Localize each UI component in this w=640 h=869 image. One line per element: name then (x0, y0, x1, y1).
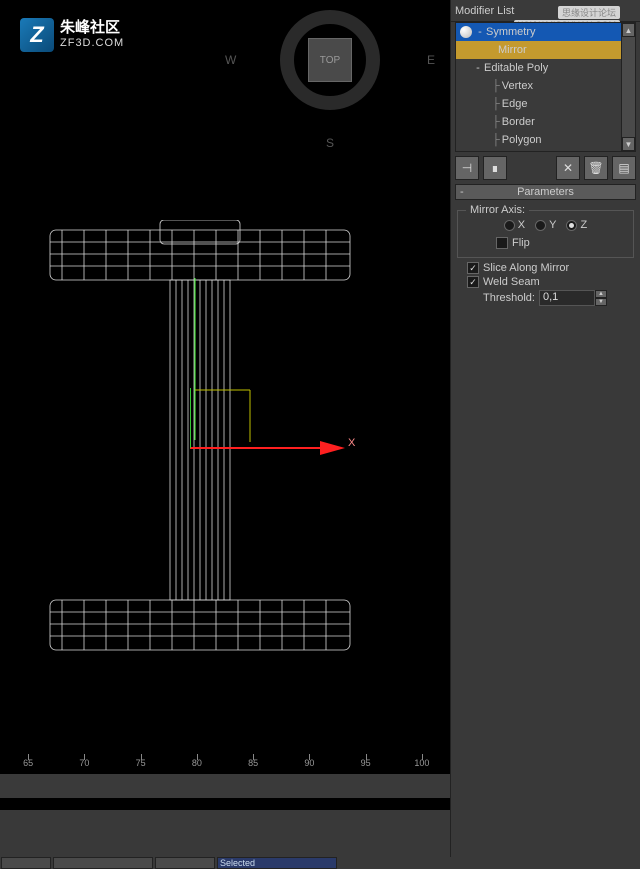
stack-item-border[interactable]: ├Border (456, 113, 635, 131)
spinner-down-button[interactable]: ▼ (595, 298, 607, 306)
threshold-input[interactable]: 0,1 (539, 290, 595, 306)
weld-label: Weld Seam (483, 276, 540, 288)
status-selection (53, 857, 153, 869)
stack-scrollbar[interactable]: ▲ ▼ (621, 23, 635, 151)
remove-modifier-button[interactable]: 🗑 (584, 156, 608, 180)
weld-checkbox[interactable]: ✓ (467, 276, 479, 288)
radio-z-label: Z (580, 219, 587, 231)
logo-text-cn: 朱峰社区 (60, 19, 124, 37)
modifier-list-label: Modifier List (455, 5, 514, 17)
tick: 80 (169, 758, 225, 774)
radio-y-label: Y (549, 219, 556, 231)
stack-toolbar: ⊣ ∎ ✕ 🗑 ▤ (455, 156, 636, 180)
stack-item-edge[interactable]: ├Edge (456, 95, 635, 113)
stack-item-label: Polygon (502, 134, 542, 146)
stack-item-vertex[interactable]: ├Vertex (456, 77, 635, 95)
tick: 75 (113, 758, 169, 774)
slice-checkbox[interactable]: ✓ (467, 262, 479, 274)
tick: 95 (338, 758, 394, 774)
stack-item-editable-poly[interactable]: - Editable Poly (456, 59, 635, 77)
stack-item-label: Symmetry (486, 26, 536, 38)
expander-icon[interactable]: - (472, 62, 484, 74)
stack-item-element[interactable]: └Element (456, 149, 635, 151)
minus-icon: - (460, 186, 464, 198)
threshold-spinner[interactable]: 0,1 ▲ ▼ (539, 290, 607, 306)
mirror-axis-group: Mirror Axis: X Y Z Flip (457, 210, 634, 258)
tick: 70 (56, 758, 112, 774)
show-end-result-button[interactable]: ∎ (483, 156, 507, 180)
scroll-up-button[interactable]: ▲ (622, 23, 635, 37)
pin-stack-button[interactable]: ⊣ (455, 156, 479, 180)
flip-label: Flip (512, 237, 530, 249)
scroll-down-button[interactable]: ▼ (622, 137, 635, 151)
viewcube-face-top[interactable]: TOP (308, 38, 352, 82)
stack-item-polygon[interactable]: ├Polygon (456, 131, 635, 149)
radio-z[interactable]: Z (566, 219, 587, 231)
status-frame (1, 857, 51, 869)
radio-x[interactable]: X (504, 219, 525, 231)
slice-label: Slice Along Mirror (483, 262, 569, 274)
timeline-slider[interactable] (0, 774, 450, 798)
tick: 65 (0, 758, 56, 774)
bulb-icon[interactable] (460, 26, 472, 38)
spinner-up-button[interactable]: ▲ (595, 290, 607, 298)
radio-y[interactable]: Y (535, 219, 556, 231)
viewcube[interactable]: TOP W E S (270, 0, 390, 120)
viewcube-w[interactable]: W (225, 53, 236, 67)
command-panel: 思缘设计论坛 WWW.MISSYUAN.COM Modifier List - … (450, 0, 640, 869)
stack-item-label: Mirror (498, 44, 527, 56)
mirror-axis-label: Mirror Axis: (466, 204, 529, 216)
threshold-label: Threshold: (483, 292, 535, 304)
logo-icon: Z (20, 18, 54, 52)
timeline-ticks: 65 70 75 80 85 90 95 100 (0, 758, 450, 774)
viewport[interactable]: Z 朱峰社区 ZF3D.COM TOP W E S (0, 0, 450, 810)
stack-item-mirror[interactable]: Mirror (456, 41, 635, 59)
status-bar: Selected (0, 857, 640, 869)
modifier-stack[interactable]: - Symmetry Mirror - Editable Poly ├Verte… (455, 22, 636, 152)
radio-x-label: X (518, 219, 525, 231)
stack-item-label: Editable Poly (484, 62, 548, 74)
status-lock[interactable] (155, 857, 215, 869)
status-dropdown[interactable]: Selected (217, 857, 337, 869)
expander-icon[interactable]: - (474, 26, 486, 38)
rollout-title: Parameters (517, 186, 574, 198)
wireframe-object[interactable] (20, 220, 400, 680)
watermark-top: 思缘设计论坛 (558, 6, 620, 19)
configure-sets-button[interactable]: ▤ (612, 156, 636, 180)
stack-item-label: Edge (502, 98, 528, 110)
stack-item-symmetry[interactable]: - Symmetry (456, 23, 635, 41)
tick: 90 (281, 758, 337, 774)
tick: 85 (225, 758, 281, 774)
parameters-rollout: Mirror Axis: X Y Z Flip ✓ Slice Along Mi… (455, 204, 636, 310)
stack-item-label: Border (502, 116, 535, 128)
stack-item-label: Vertex (502, 80, 533, 92)
viewcube-e[interactable]: E (427, 53, 435, 67)
tick: 100 (394, 758, 450, 774)
make-unique-button[interactable]: ✕ (556, 156, 580, 180)
flip-checkbox[interactable] (496, 237, 508, 249)
logo: Z 朱峰社区 ZF3D.COM (20, 18, 124, 52)
parameters-rollout-header[interactable]: - Parameters (455, 184, 636, 200)
logo-text-en: ZF3D.COM (60, 37, 124, 50)
viewcube-s[interactable]: S (326, 136, 334, 150)
